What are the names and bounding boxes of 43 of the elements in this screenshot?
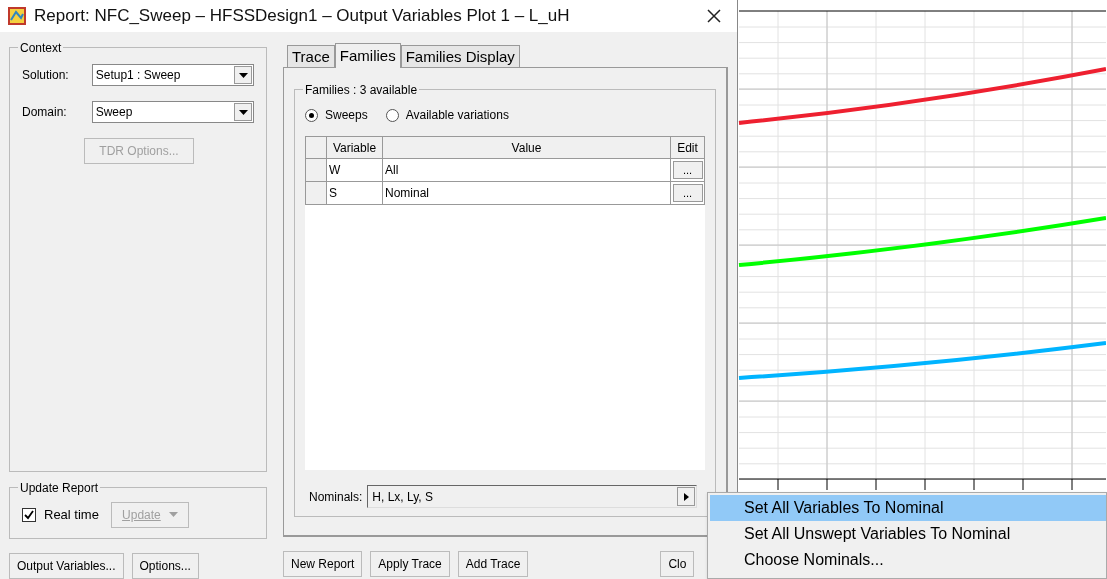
caret-icon — [238, 109, 248, 115]
table-cell: All — [383, 159, 671, 182]
radio-label: Sweeps — [325, 107, 368, 124]
tab[interactable]: Families Display — [400, 45, 520, 67]
dropdown[interactable]: Sweep — [91, 101, 254, 123]
button[interactable]: Output Variables... — [9, 553, 124, 579]
table-cell: Nominal — [383, 182, 671, 205]
nominals-field[interactable]: H, Lx, Ly, S — [367, 485, 698, 508]
arrow-icon — [683, 492, 689, 501]
app-icon — [8, 7, 26, 25]
column-header: Value — [383, 136, 671, 159]
checkbox[interactable] — [22, 507, 36, 522]
button[interactable]: Options... — [131, 553, 199, 579]
field-label: Nominals: — [309, 488, 363, 506]
radio-button[interactable] — [305, 108, 318, 122]
column-header: Edit — [671, 136, 705, 159]
radio-label: Available variations — [405, 107, 509, 124]
tab[interactable]: Trace — [287, 45, 335, 67]
radio-button[interactable] — [385, 108, 399, 122]
button[interactable]: New Report — [283, 551, 363, 577]
close-icon[interactable] — [707, 9, 721, 23]
row-header — [305, 182, 327, 205]
edit-button[interactable]: ... — [672, 184, 703, 202]
button[interactable]: Clo — [660, 551, 695, 577]
menu-item[interactable]: Choose Nominals... — [710, 547, 1106, 573]
caret-icon — [238, 72, 248, 78]
column-header: Variable — [327, 136, 383, 159]
button[interactable]: Apply Trace — [370, 551, 450, 577]
field-label: Solution: — [22, 67, 70, 84]
table-cell: S — [327, 182, 383, 205]
field-label: Domain: — [22, 104, 68, 121]
button[interactable]: Add Trace — [457, 551, 529, 577]
menu-item[interactable]: Set All Variables To Nominal — [710, 495, 1106, 521]
table-cell: W — [327, 159, 383, 182]
window-title: Report: NFC_Sweep – HFSSDesign1 – Output Variables Plot 1 – L_uH — [34, 5, 570, 28]
arrow-button[interactable] — [677, 487, 696, 506]
checkbox-label: Real time — [44, 505, 99, 524]
tab[interactable]: Families — [334, 43, 401, 68]
row-header — [305, 136, 327, 159]
menu-item[interactable]: Set All Unswept Variables To Nominal — [710, 521, 1106, 547]
edit-button[interactable]: ... — [672, 161, 703, 179]
caret-icon — [168, 512, 178, 517]
dropdown[interactable]: Setup1 : Sweep — [91, 64, 254, 86]
